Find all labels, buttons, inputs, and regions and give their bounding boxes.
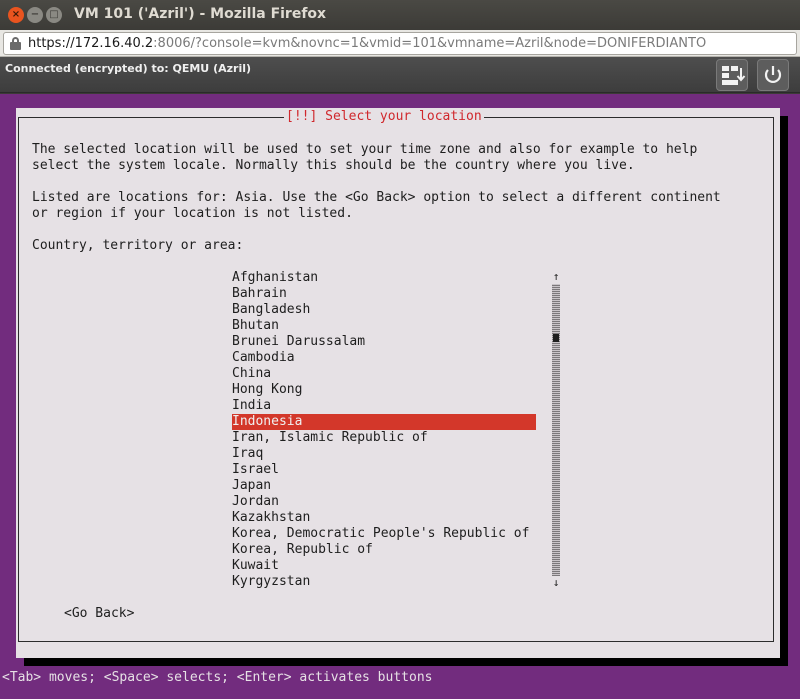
keyboard-keys-icon (722, 66, 746, 85)
country-item[interactable]: Brunei Darussalam (232, 334, 536, 350)
window-maximize-button[interactable]: □ (46, 7, 62, 23)
country-item[interactable]: Bangladesh (232, 302, 536, 318)
description-line: Listed are locations for: Asia. Use the … (32, 190, 721, 205)
country-item[interactable]: China (232, 366, 536, 382)
country-item[interactable]: Kuwait (232, 558, 536, 574)
scrollbar-thumb[interactable] (553, 334, 559, 342)
country-item[interactable]: Cambodia (232, 350, 536, 366)
country-item[interactable]: Hong Kong (232, 382, 536, 398)
dialog-title: [!!] Select your location (284, 109, 484, 125)
key-hint-bar: <Tab> moves; <Space> selects; <Enter> ac… (0, 670, 432, 699)
country-item[interactable]: Kazakhstan (232, 510, 536, 526)
description-line: select the system locale. Normally this … (32, 158, 635, 173)
country-item[interactable]: Israel (232, 462, 536, 478)
url-field[interactable]: https://172.16.40.2:8006/?console=kvm&no… (3, 32, 797, 55)
go-back-button[interactable]: <Go Back> (64, 606, 134, 622)
country-item[interactable]: India (232, 398, 536, 414)
description-line: or region if your location is not listed… (32, 206, 353, 221)
scroll-up-arrow-icon[interactable]: ↑ (552, 270, 560, 284)
country-item[interactable]: Afghanistan (232, 270, 536, 286)
power-icon (764, 66, 782, 83)
country-item[interactable]: Iran, Islamic Republic of (232, 430, 536, 446)
list-scrollbar[interactable]: ↑ ↓ (552, 270, 560, 590)
scrollbar-track[interactable] (552, 284, 560, 576)
country-item[interactable]: Korea, Democratic People's Republic of (232, 526, 536, 542)
country-item[interactable]: Bahrain (232, 286, 536, 302)
dialog-shadow-right (780, 116, 788, 666)
description-line: The selected location will be used to se… (32, 142, 698, 157)
browser-toolbar: https://172.16.40.2:8006/?console=kvm&no… (0, 30, 800, 57)
window-close-button[interactable]: × (8, 7, 24, 23)
power-button[interactable] (757, 59, 789, 91)
installer-dialog: [!!] Select your location The selected l… (16, 108, 780, 658)
url-path: :8006/?console=kvm&novnc=1&vmid=101&vmna… (153, 36, 707, 51)
country-item[interactable]: Bhutan (232, 318, 536, 334)
key-hint-text: <Tab> moves; <Space> selects; <Enter> ac… (2, 670, 433, 685)
window-titlebar: × − □ VM 101 ('Azril') - Mozilla Firefox (0, 0, 800, 30)
window-minimize-button[interactable]: − (27, 7, 43, 23)
list-prompt: Country, territory or area: (32, 238, 244, 253)
vm-console[interactable]: [!!] Select your location The selected l… (0, 94, 800, 699)
country-item[interactable]: Korea, Republic of (232, 542, 536, 558)
country-item[interactable]: Iraq (232, 446, 536, 462)
send-keys-button[interactable] (716, 59, 748, 91)
country-list[interactable]: Afghanistan Bahrain Bangladesh Bhutan Brunei… (232, 270, 536, 590)
url-host: https://172.16.40.2 (28, 36, 154, 51)
country-item[interactable]: Jordan (232, 494, 536, 510)
vnc-status-bar: Connected (encrypted) to: QEMU (Azril) (0, 57, 800, 93)
scroll-down-arrow-icon[interactable]: ↓ (552, 576, 560, 590)
country-item[interactable]: Kyrgyzstan (232, 574, 536, 590)
country-item-selected[interactable]: Indonesia (232, 414, 536, 430)
url-text[interactable]: https://172.16.40.2:8006/?console=kvm&no… (28, 36, 706, 51)
lock-icon (10, 37, 21, 50)
country-item[interactable]: Japan (232, 478, 536, 494)
window-title: VM 101 ('Azril') - Mozilla Firefox (74, 6, 327, 22)
dialog-shadow-bottom (24, 658, 788, 666)
vnc-connection-status: Connected (encrypted) to: QEMU (Azril) (5, 62, 252, 75)
